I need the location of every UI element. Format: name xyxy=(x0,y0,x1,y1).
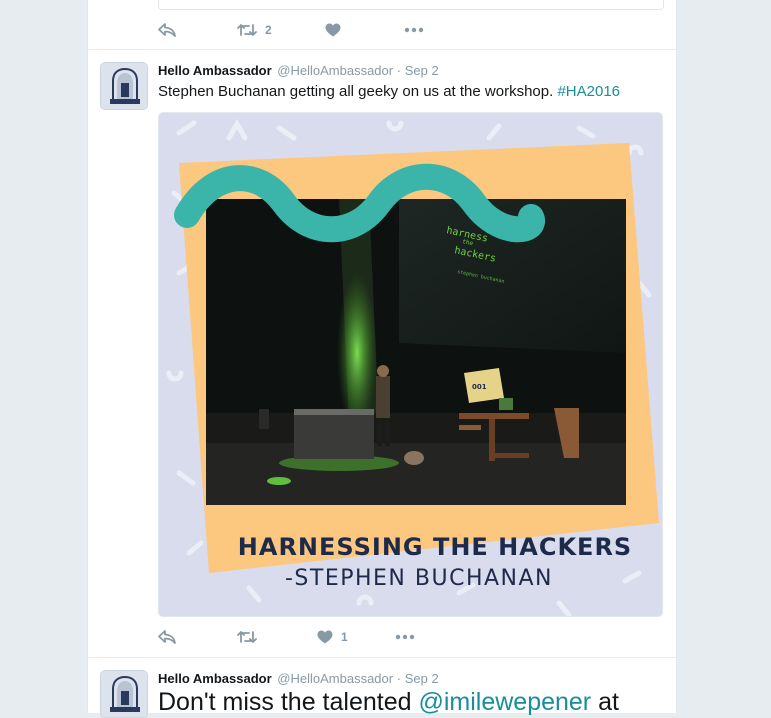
avatar[interactable] xyxy=(100,62,148,110)
tweet-actions: 1 xyxy=(158,627,415,647)
timeline: 2 Hello Ambassador @HelloAmbassador · Se… xyxy=(87,0,677,718)
tweet-text-after: at xyxy=(591,688,619,716)
avatar-logo-icon xyxy=(101,63,147,109)
tweet-text-body: Stephen Buchanan getting all geeky on us… xyxy=(158,83,558,100)
like-button[interactable]: 1 xyxy=(317,630,395,644)
avatar[interactable] xyxy=(100,670,148,718)
hashtag-link[interactable]: #HA2016 xyxy=(557,83,620,100)
more-button[interactable] xyxy=(395,634,415,640)
tweet-text: Stephen Buchanan getting all geeky on us… xyxy=(158,83,620,100)
tweet[interactable]: Hello Ambassador @HelloAmbassador · Sep … xyxy=(88,50,676,658)
reply-button[interactable] xyxy=(158,23,237,37)
previous-tweet-fragment: 2 xyxy=(88,0,676,50)
tweet-header: Hello Ambassador @HelloAmbassador · Sep … xyxy=(158,671,439,686)
tweet-date[interactable]: Sep 2 xyxy=(405,63,439,78)
retweet-button[interactable]: 2 xyxy=(237,23,325,37)
reply-button[interactable] xyxy=(158,630,237,644)
more-icon xyxy=(395,634,415,640)
retweet-button[interactable] xyxy=(237,630,317,644)
separator: · xyxy=(396,671,402,686)
stage-photo: harness the hackers stephen buchanan 001 xyxy=(206,199,626,505)
tweet[interactable]: Hello Ambassador @HelloAmbassador · Sep … xyxy=(88,658,676,718)
tweet-actions: 2 xyxy=(158,20,424,40)
promo-image: harness the hackers stephen buchanan 001… xyxy=(159,113,662,616)
like-icon xyxy=(325,23,341,37)
more-button[interactable] xyxy=(404,27,424,33)
like-button[interactable] xyxy=(325,23,404,37)
avatar-logo-icon xyxy=(101,671,147,717)
tweet-media-image[interactable]: harness the hackers stephen buchanan 001… xyxy=(158,112,663,617)
reply-icon xyxy=(158,630,176,644)
retweet-icon xyxy=(237,631,257,643)
retweet-count: 2 xyxy=(265,23,272,37)
tweet-header: Hello Ambassador @HelloAmbassador · Sep … xyxy=(158,63,439,78)
more-icon xyxy=(404,27,424,33)
tweet-date[interactable]: Sep 2 xyxy=(405,671,439,686)
like-icon xyxy=(317,630,333,644)
tweet-text-body: Don't miss the talented xyxy=(158,688,419,716)
image-caption-subtitle: -STEPHEN BUCHANAN xyxy=(285,566,553,591)
user-handle[interactable]: @HelloAmbassador xyxy=(277,63,393,78)
separator: · xyxy=(396,63,402,78)
like-count: 1 xyxy=(341,630,348,644)
reply-icon xyxy=(158,23,176,37)
image-caption-title: HARNESSING THE HACKERS xyxy=(238,533,632,561)
user-handle[interactable]: @HelloAmbassador xyxy=(277,671,393,686)
mention-link[interactable]: @imilewepener xyxy=(418,688,591,716)
display-name[interactable]: Hello Ambassador xyxy=(158,63,272,78)
sign-number: 001 xyxy=(472,383,487,391)
quoted-tweet-bottom-edge xyxy=(158,0,664,10)
display-name[interactable]: Hello Ambassador xyxy=(158,671,272,686)
retweet-icon xyxy=(237,24,257,36)
